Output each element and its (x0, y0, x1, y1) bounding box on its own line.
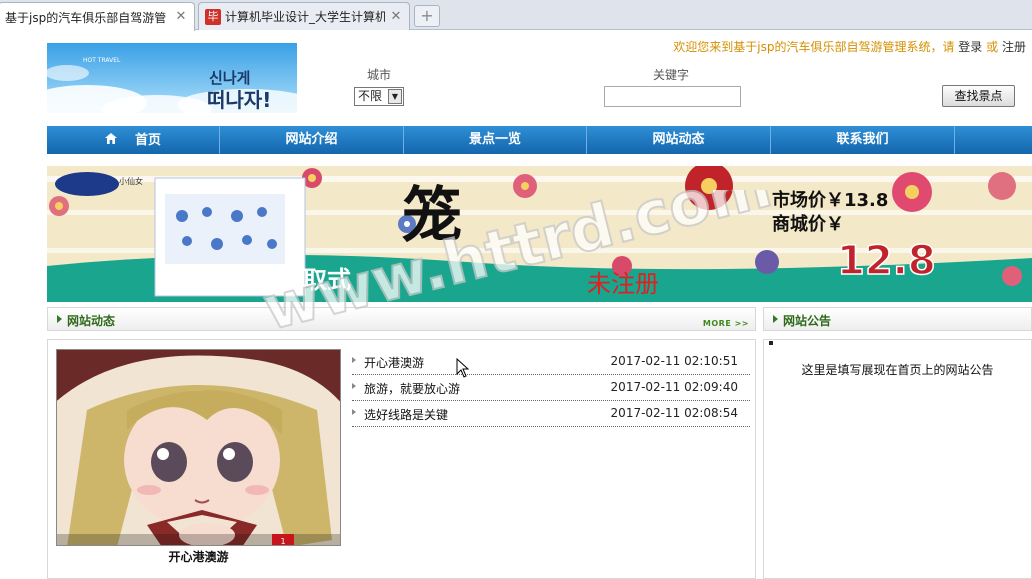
nav-item-label: 景点一览 (468, 132, 521, 147)
nav-item-label: 网站介绍 (285, 132, 338, 147)
keyword-label: 关键字 (653, 68, 690, 82)
browser-tab-title: 计算机毕业设计_大学生计算机 (225, 10, 385, 24)
tab-close-icon[interactable]: ✕ (174, 10, 188, 24)
browser-tab-active[interactable]: 基于jsp的汽车俱乐部自驾游管 ✕ (0, 2, 195, 31)
nav-item-label: 网站动态 (652, 132, 705, 147)
tab-close-icon[interactable]: ✕ (389, 9, 403, 24)
city-label: 城市 (367, 68, 392, 82)
banner-price-value: 12.8 (837, 238, 936, 284)
feature-caption[interactable]: 开心港澳游 (56, 548, 341, 565)
mouse-cursor-icon (456, 358, 470, 378)
nav-item-spots[interactable]: 景点一览 (404, 126, 587, 154)
notice-content: 这里是填写展现在首页上的网站公告 (801, 363, 994, 377)
dropdown-arrow-icon[interactable]: ▼ (388, 89, 402, 104)
keyword-input[interactable] (604, 86, 741, 107)
home-icon (104, 126, 117, 154)
banner-brand-text: 小仙女 (119, 176, 143, 186)
nav-item-news[interactable]: 网站动态 (587, 126, 771, 154)
nav-item-contact[interactable]: 联系我们 (771, 126, 955, 154)
logo-image: HOT TRAVEL 신나게 떠나자! (47, 43, 297, 113)
feature-badge: 1 (280, 537, 285, 546)
nav-item-home[interactable]: 首页 (47, 126, 220, 154)
main-nav: 首页 网站介绍 景点一览 网站动态 联系我们 (47, 126, 1032, 154)
banner-price-line2: 商城价￥ (772, 213, 844, 235)
banner-price-line1: 市场价￥13.8 (772, 189, 888, 211)
news-item-date: 2017-02-11 02:09:40 (610, 380, 738, 394)
watermark-text: www.httrd.com (260, 190, 778, 345)
city-selected-value: 不限 (358, 89, 383, 103)
browser-tab-inactive[interactable]: 毕 计算机毕业设计_大学生计算机 ✕ (198, 2, 410, 30)
panel-arrow-icon (57, 315, 62, 323)
news-item-title[interactable]: 选好线路是关键 (364, 406, 448, 423)
search-spots-button[interactable]: 查找景点 (942, 85, 1015, 107)
register-link[interactable]: 注册 (1002, 40, 1026, 54)
news-panel-title: 网站动态 (67, 314, 116, 328)
new-tab-button[interactable]: + (414, 5, 440, 27)
news-item-date: 2017-02-11 02:08:54 (610, 406, 738, 420)
logo-small-text: HOT TRAVEL (83, 57, 121, 64)
browser-tab-title: 基于jsp的汽车俱乐部自驾游管 (5, 10, 167, 25)
or-text: 或 (986, 40, 999, 54)
tab-favicon-icon: 毕 (205, 8, 221, 25)
login-link[interactable]: 登录 (958, 40, 982, 54)
nav-item-about[interactable]: 网站介绍 (220, 126, 404, 154)
notice-panel-header: 网站公告 (763, 307, 1032, 331)
news-bullet-icon (352, 409, 356, 415)
browser-tab-strip: 基于jsp的汽车俱乐部自驾游管 ✕ 毕 计算机毕业设计_大学生计算机 ✕ + (0, 0, 1032, 31)
watermark-overlay: www.httrd.com (260, 190, 779, 346)
news-bullet-icon (352, 383, 356, 389)
welcome-text: 欢迎您来到基于jsp的汽车俱乐部自驾游管理系统，请 (673, 40, 955, 54)
logo-korean-line1: 신나게 (209, 69, 250, 87)
feature-image[interactable]: 1 (56, 349, 341, 546)
notice-panel-title: 网站公告 (783, 314, 832, 328)
nav-item-label: 联系我们 (836, 132, 889, 147)
city-select[interactable]: 不限 ▼ (354, 87, 404, 106)
welcome-bar: 欢迎您来到基于jsp的汽车俱乐部自驾游管理系统，请 登录 或 注册 (673, 38, 1026, 55)
news-list-item[interactable]: 选好线路是关键 2017-02-11 02:08:54 (352, 401, 750, 427)
nav-item-label: 首页 (134, 133, 161, 148)
logo-korean-line2: 떠나자! (207, 88, 271, 112)
news-list-item[interactable]: 旅游，就要放心游 2017-02-11 02:09:40 (352, 375, 750, 401)
site-logo[interactable]: HOT TRAVEL 신나게 떠나자! (47, 43, 297, 113)
news-item-title[interactable]: 旅游，就要放心游 (364, 380, 460, 397)
anime-girl-image: 1 (57, 350, 340, 546)
